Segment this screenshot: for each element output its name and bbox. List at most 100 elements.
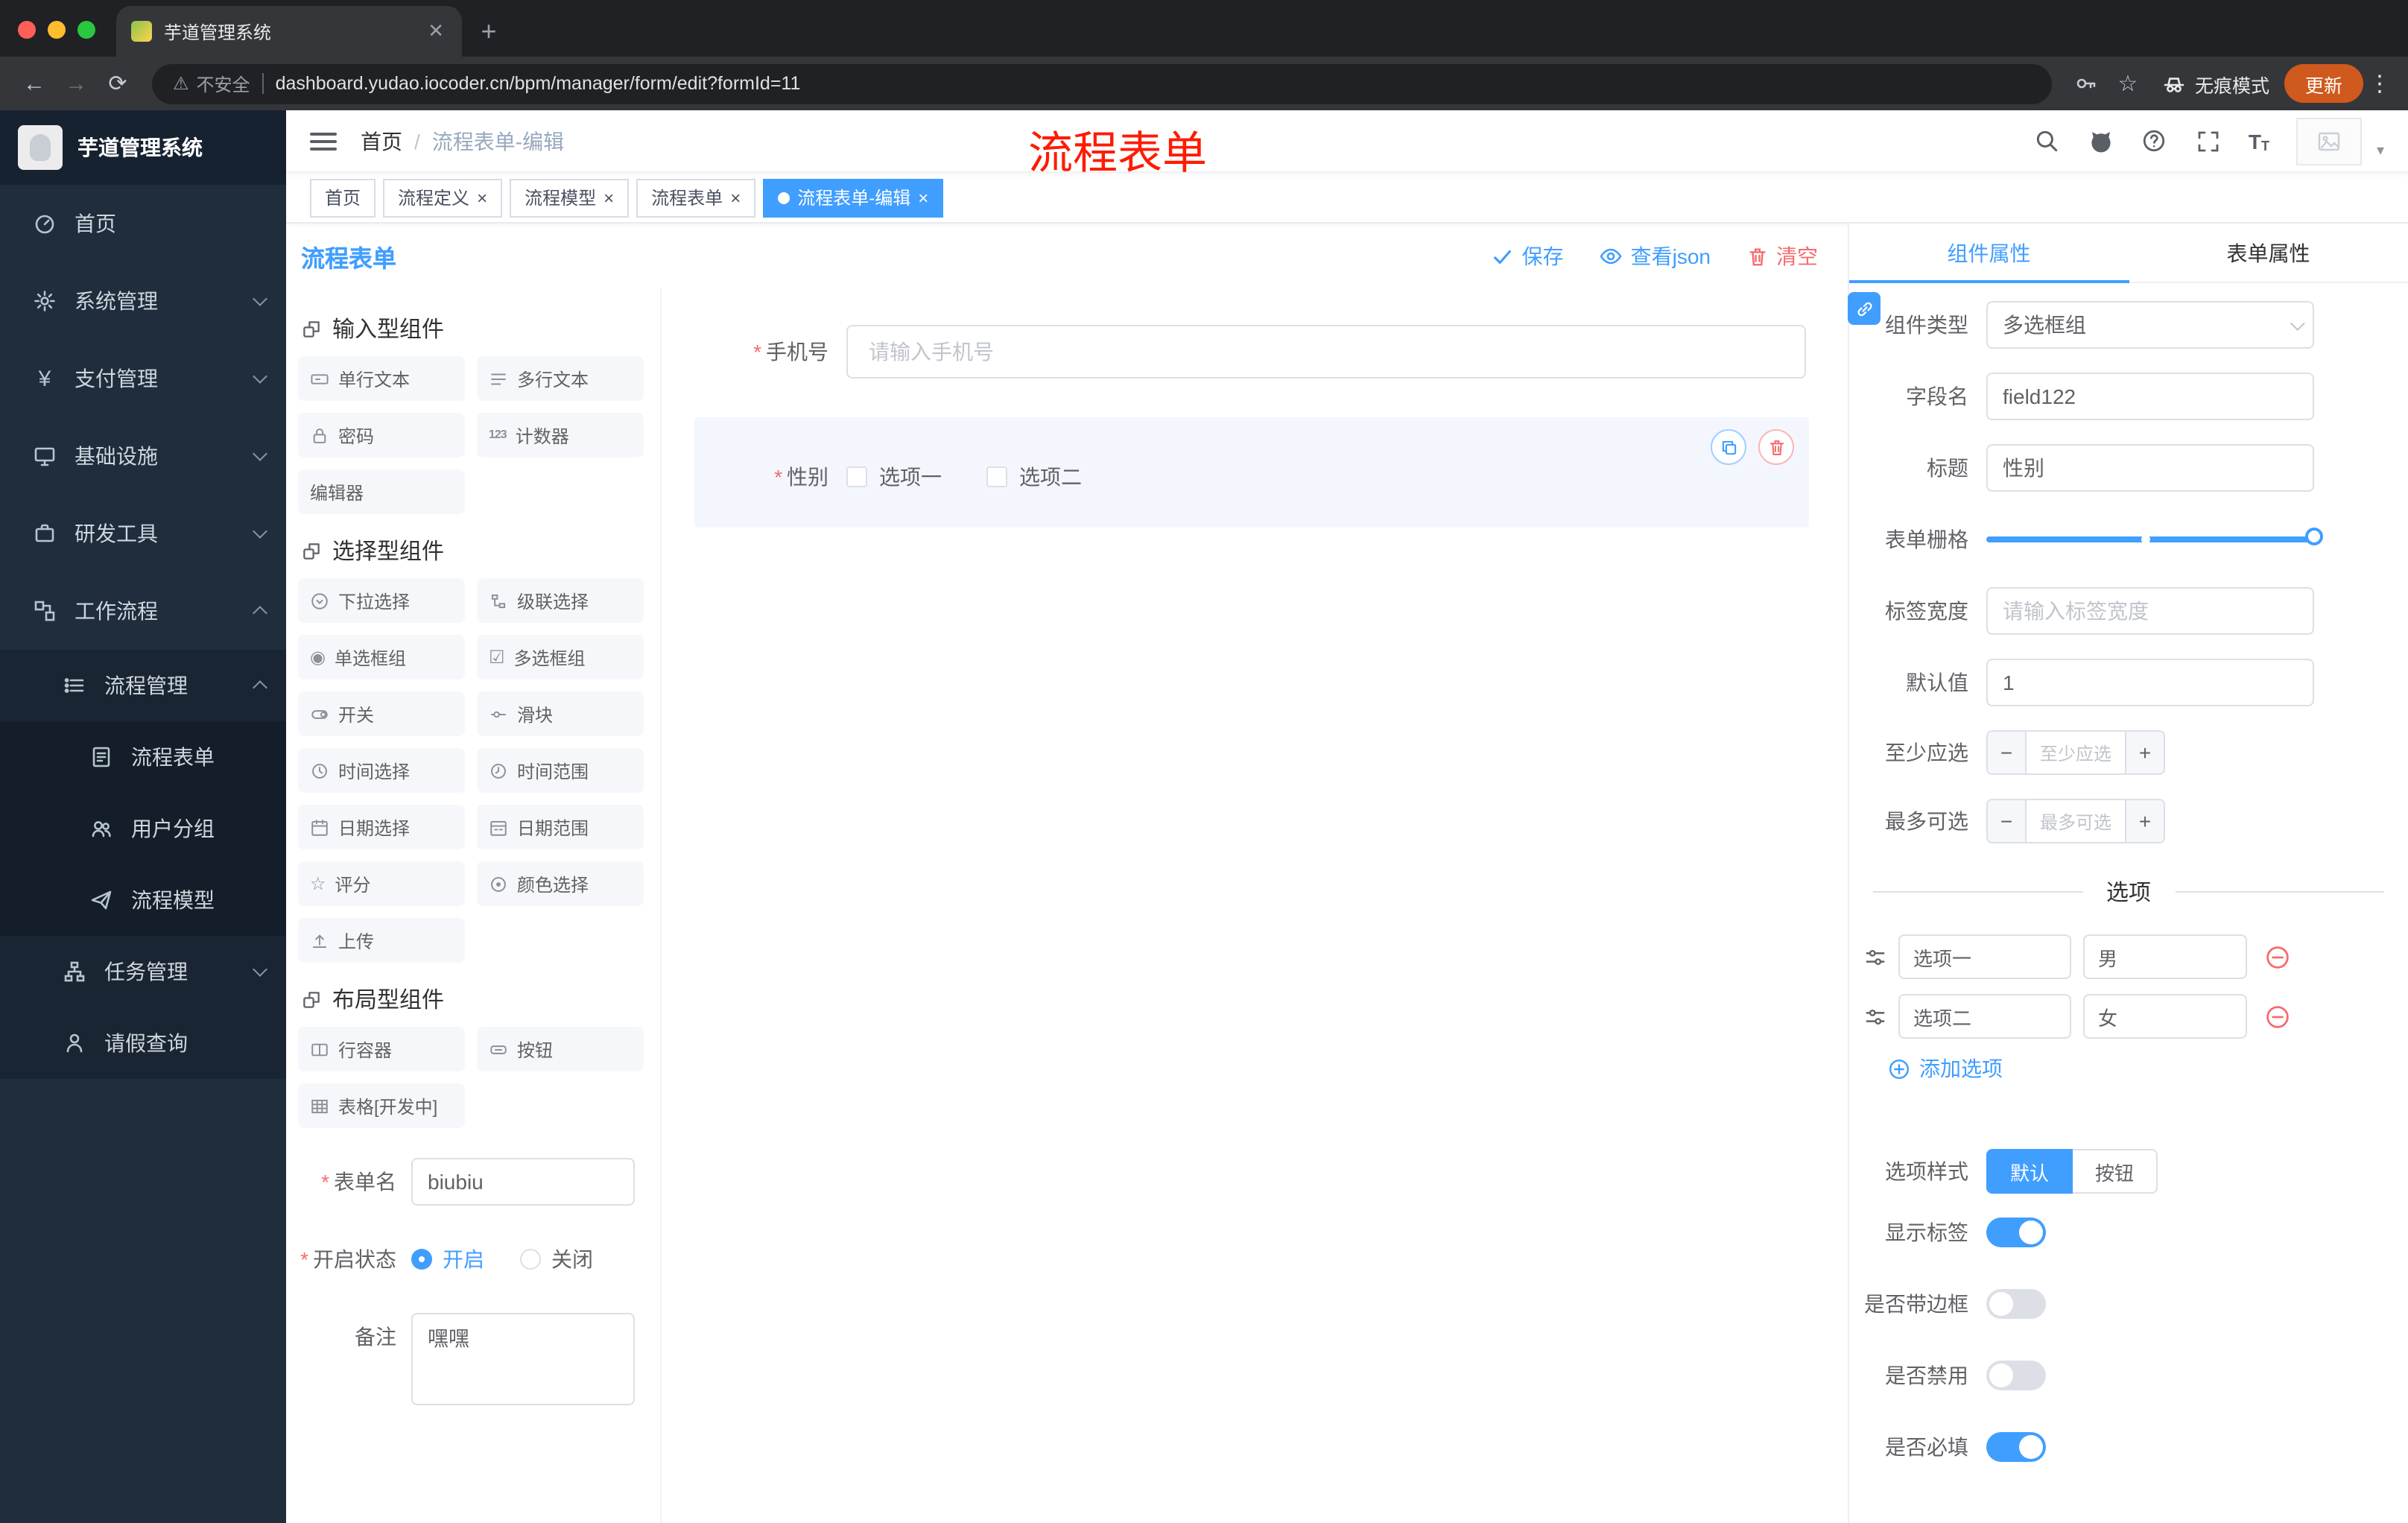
increment-button[interactable]: + — [2125, 800, 2164, 842]
palette-item-date-picker[interactable]: 日期选择 — [298, 805, 465, 849]
sidebar-item-task-mgmt[interactable]: 任务管理 — [0, 936, 286, 1007]
search-icon[interactable] — [2034, 127, 2061, 154]
field-name-input[interactable] — [1986, 373, 2314, 420]
font-size-icon[interactable]: TT — [2249, 129, 2269, 153]
sidebar-item-leave-query[interactable]: 请假查询 — [0, 1007, 286, 1079]
increment-button[interactable]: + — [2125, 732, 2164, 773]
bookmark-star-icon[interactable]: ☆ — [2108, 64, 2147, 103]
canvas-field-gender[interactable]: * 性别 选项一 选项二 — [694, 417, 1809, 528]
add-option-button[interactable]: 添加选项 — [1888, 1054, 2408, 1083]
palette-item-cascader[interactable]: 级联选择 — [477, 578, 644, 623]
tab-close-icon[interactable]: ✕ — [425, 19, 447, 43]
stepper-placeholder[interactable]: 最多可选 — [2027, 800, 2125, 842]
url-text[interactable]: dashboard.yudao.iocoder.cn/bpm/manager/f… — [276, 73, 801, 94]
link-icon[interactable] — [1848, 292, 1881, 325]
show-label-toggle[interactable] — [1986, 1218, 2046, 1247]
browser-menu-icon[interactable]: ⋮ — [2366, 70, 2393, 97]
palette-item-upload[interactable]: 上传 — [298, 918, 465, 963]
sidebar-item-system[interactable]: 系统管理 — [0, 262, 286, 340]
sidebar-item-user-group[interactable]: 用户分组 — [0, 793, 286, 864]
option-value-input[interactable] — [2083, 934, 2247, 979]
required-toggle[interactable] — [1986, 1432, 2046, 1462]
close-icon[interactable]: × — [477, 189, 487, 206]
stepper-placeholder[interactable]: 至少应选 — [2027, 732, 2125, 773]
grid-slider[interactable] — [1986, 516, 2323, 563]
sidebar-item-workflow[interactable]: 工作流程 — [0, 572, 286, 650]
slider-handle[interactable] — [2305, 528, 2323, 545]
palette-item-color-picker[interactable]: 颜色选择 — [477, 861, 644, 906]
palette-item-counter[interactable]: 123 计数器 — [477, 413, 644, 457]
sidebar-item-home[interactable]: 首页 — [0, 185, 286, 262]
drag-handle-icon[interactable] — [1864, 1005, 1886, 1028]
title-input[interactable] — [1986, 444, 2314, 492]
tag-home[interactable]: 首页 — [310, 178, 376, 217]
palette-item-table[interactable]: 表格[开发中] — [298, 1083, 465, 1128]
close-icon[interactable]: × — [730, 189, 741, 206]
avatar[interactable] — [2295, 117, 2362, 165]
sidebar-item-process-model[interactable]: 流程模型 — [0, 864, 286, 936]
new-tab-button[interactable]: + — [468, 10, 510, 52]
remove-option-icon[interactable] — [2265, 1004, 2290, 1029]
palette-item-rate[interactable]: ☆ 评分 — [298, 861, 465, 906]
sidebar-item-process-form[interactable]: 流程表单 — [0, 721, 286, 793]
canvas-field-phone[interactable]: * 手机号 — [694, 310, 1809, 393]
palette-item-time-picker[interactable]: 时间选择 — [298, 748, 465, 793]
tag-process-form-edit[interactable]: 流程表单-编辑 × — [763, 178, 944, 217]
decrement-button[interactable]: − — [1988, 732, 2027, 773]
security-label[interactable]: 不安全 — [197, 71, 250, 96]
palette-item-multi-text[interactable]: 多行文本 — [477, 356, 644, 401]
form-name-input[interactable] — [411, 1158, 635, 1206]
phone-input[interactable] — [846, 325, 1806, 379]
address-bar[interactable]: ⚠ 不安全 dashboard.yudao.iocoder.cn/bpm/man… — [152, 63, 2052, 104]
help-icon[interactable] — [2141, 127, 2168, 154]
sidebar-logo[interactable]: 芋道管理系统 — [0, 110, 286, 185]
delete-field-button[interactable] — [1758, 429, 1794, 465]
palette-item-row-container[interactable]: 行容器 — [298, 1027, 465, 1071]
palette-item-radio-group[interactable]: ◉ 单选框组 — [298, 635, 465, 680]
copy-field-button[interactable] — [1711, 429, 1746, 465]
save-button[interactable]: 保存 — [1492, 241, 1564, 271]
form-remark-textarea[interactable]: 嘿嘿 — [411, 1313, 635, 1405]
checkbox-option-1[interactable]: 选项一 — [846, 462, 942, 492]
style-button-button[interactable]: 按钮 — [2073, 1149, 2158, 1194]
breadcrumb-home[interactable]: 首页 — [361, 126, 402, 156]
checkbox-option-2[interactable]: 选项二 — [986, 462, 1082, 492]
back-icon[interactable]: ← — [15, 64, 54, 103]
decrement-button[interactable]: − — [1988, 800, 2027, 842]
palette-item-button[interactable]: 按钮 — [477, 1027, 644, 1071]
reload-icon[interactable]: ⟳ — [98, 64, 137, 103]
tag-process-definition[interactable]: 流程定义 × — [383, 178, 503, 217]
sidebar-item-infra[interactable]: 基础设施 — [0, 417, 286, 495]
remove-option-icon[interactable] — [2265, 944, 2290, 969]
avatar-caret-icon[interactable]: ▾ — [2377, 143, 2384, 159]
sidebar-item-payment[interactable]: ¥ 支付管理 — [0, 340, 286, 417]
maximize-window-button[interactable] — [77, 21, 95, 39]
tag-process-form[interactable]: 流程表单 × — [636, 178, 756, 217]
palette-item-slider[interactable]: 滑块 — [477, 691, 644, 736]
palette-item-switch[interactable]: 开关 — [298, 691, 465, 736]
hamburger-icon[interactable] — [310, 132, 337, 150]
sidebar-item-devtools[interactable]: 研发工具 — [0, 495, 286, 572]
palette-item-time-range[interactable]: 时间范围 — [477, 748, 644, 793]
option-label-input[interactable] — [1898, 934, 2071, 979]
tab-component-props[interactable]: 组件属性 — [1849, 224, 2129, 283]
fullscreen-icon[interactable] — [2195, 127, 2222, 154]
password-key-icon[interactable] — [2067, 64, 2106, 103]
browser-tab[interactable]: 芋道管理系统 ✕ — [116, 6, 462, 57]
update-button[interactable]: 更新 — [2284, 64, 2363, 103]
palette-item-password[interactable]: 密码 — [298, 413, 465, 457]
default-value-input[interactable] — [1986, 659, 2314, 706]
minimize-window-button[interactable] — [48, 21, 66, 39]
palette-item-date-range[interactable]: 日期范围 — [477, 805, 644, 849]
palette-item-dropdown[interactable]: 下拉选择 — [298, 578, 465, 623]
label-width-input[interactable] — [1986, 587, 2314, 635]
disabled-toggle[interactable] — [1986, 1361, 2046, 1390]
close-icon[interactable]: × — [918, 189, 928, 206]
radio-status-off[interactable]: 关闭 — [520, 1244, 593, 1274]
close-window-button[interactable] — [18, 21, 36, 39]
palette-item-checkbox-group[interactable]: ☑ 多选框组 — [477, 635, 644, 680]
component-type-value[interactable] — [1986, 301, 2314, 349]
component-type-select[interactable] — [1986, 301, 2314, 349]
sidebar-item-process-mgmt[interactable]: 流程管理 — [0, 650, 286, 721]
drag-handle-icon[interactable] — [1864, 946, 1886, 968]
